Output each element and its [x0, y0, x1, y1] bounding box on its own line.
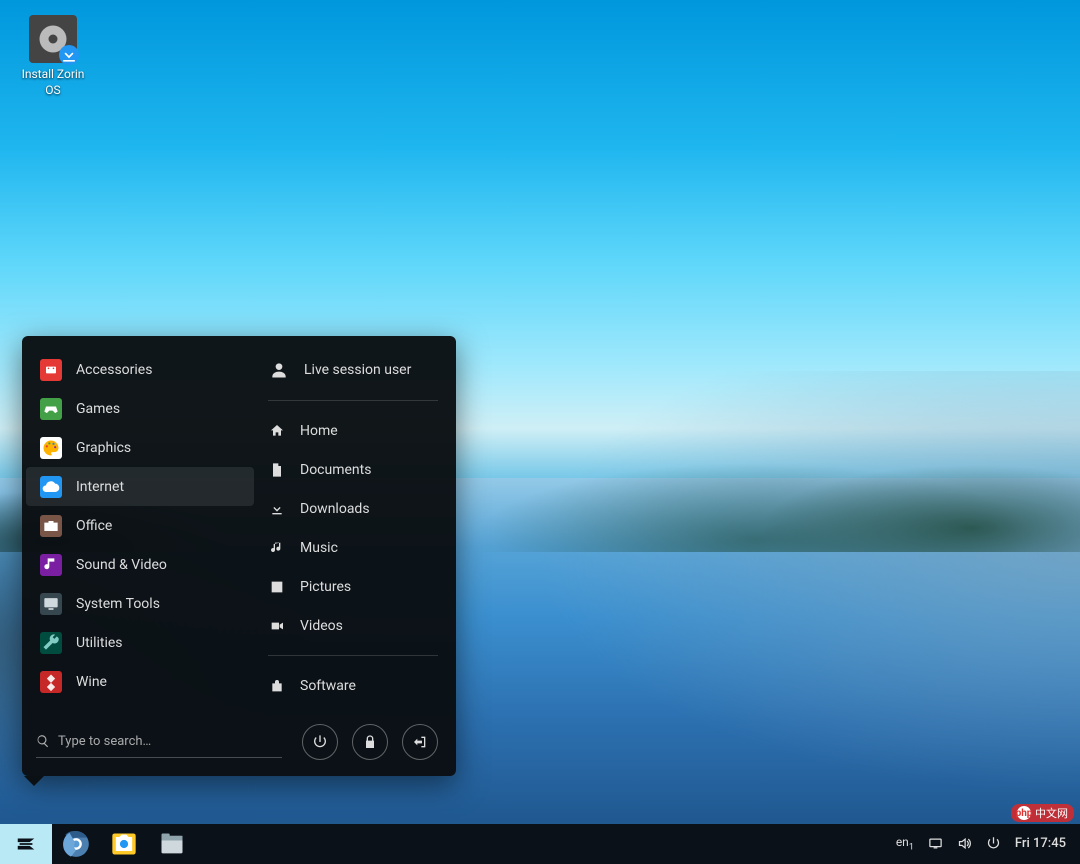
category-office[interactable]: Office: [26, 506, 254, 545]
separator: [268, 400, 438, 401]
power-icon: [312, 734, 328, 750]
chromium-icon: [62, 830, 90, 858]
image-icon: [268, 576, 286, 598]
bag-icon: [268, 675, 286, 697]
music-note-icon: [40, 554, 62, 576]
category-label: Accessories: [76, 362, 152, 378]
clock[interactable]: Fri 17:45: [1015, 836, 1066, 851]
place-documents[interactable]: Documents: [254, 450, 452, 489]
home-icon: [268, 420, 286, 442]
cloud-icon: [40, 476, 62, 498]
keyboard-layout-indicator[interactable]: en1: [896, 835, 914, 852]
search-input[interactable]: Type to search…: [36, 726, 282, 758]
launcher-files[interactable]: [158, 830, 186, 858]
category-label: Utilities: [76, 635, 123, 651]
files-icon: [158, 830, 186, 858]
user-icon: [268, 360, 290, 380]
category-sound-video[interactable]: Sound & Video: [26, 545, 254, 584]
place-label: Videos: [300, 618, 343, 634]
separator: [268, 655, 438, 656]
accessories-icon: [40, 359, 62, 381]
watermark-text: 中文网: [1035, 805, 1068, 821]
start-menu: Accessories Games Graphics Internet Offi…: [22, 336, 456, 776]
place-downloads[interactable]: Downloads: [254, 489, 452, 528]
system-label: Software: [300, 678, 356, 694]
logout-button[interactable]: [402, 724, 438, 760]
category-internet[interactable]: Internet: [26, 467, 254, 506]
start-menu-places: Live session user Home Documents Downloa…: [254, 350, 456, 714]
start-menu-categories: Accessories Games Graphics Internet Offi…: [22, 350, 254, 714]
search-icon: [36, 734, 50, 748]
power-menu[interactable]: [986, 836, 1001, 851]
camera-app-icon: [110, 830, 138, 858]
palette-icon: [40, 437, 62, 459]
place-music[interactable]: Music: [254, 528, 452, 567]
volume-indicator[interactable]: [957, 836, 972, 851]
category-label: Games: [76, 401, 120, 417]
power-icon: [986, 836, 1001, 851]
category-accessories[interactable]: Accessories: [26, 350, 254, 389]
category-graphics[interactable]: Graphics: [26, 428, 254, 467]
file-icon: [268, 459, 286, 481]
place-pictures[interactable]: Pictures: [254, 567, 452, 606]
search-placeholder: Type to search…: [58, 734, 151, 749]
category-wine[interactable]: Wine: [26, 662, 254, 701]
download-badge-icon: [59, 45, 79, 65]
installer-icon: [29, 15, 77, 63]
launcher-camera[interactable]: [110, 830, 138, 858]
display-icon: [928, 836, 943, 851]
wrench-icon: [40, 632, 62, 654]
category-games[interactable]: Games: [26, 389, 254, 428]
place-label: Documents: [300, 462, 371, 478]
start-menu-footer: Type to search…: [22, 714, 456, 768]
category-label: Office: [76, 518, 112, 534]
lock-button[interactable]: [352, 724, 388, 760]
logout-icon: [412, 734, 428, 750]
place-videos[interactable]: Videos: [254, 606, 452, 645]
category-label: Wine: [76, 674, 107, 690]
category-label: Sound & Video: [76, 557, 167, 573]
gamepad-icon: [40, 398, 62, 420]
category-label: System Tools: [76, 596, 160, 612]
system-settings[interactable]: Settings: [254, 705, 452, 714]
start-button[interactable]: [0, 824, 52, 864]
camcorder-icon: [268, 615, 286, 637]
watermark-prefix: php: [1017, 806, 1031, 820]
place-home[interactable]: Home: [254, 411, 452, 450]
place-label: Downloads: [300, 501, 370, 517]
download-icon: [268, 498, 286, 520]
user-name: Live session user: [304, 362, 411, 378]
category-utilities[interactable]: Utilities: [26, 623, 254, 662]
desktop-icon-install-zorin[interactable]: Install Zorin OS: [18, 15, 88, 98]
desktop-wallpaper[interactable]: Install Zorin OS Accessories Games Graph…: [0, 0, 1080, 824]
taskbar: en1 Fri 17:45: [0, 824, 1080, 864]
monitor-icon: [40, 593, 62, 615]
launcher-chromium[interactable]: [62, 830, 90, 858]
zorin-logo-icon: [15, 833, 37, 855]
network-indicator[interactable]: [928, 836, 943, 851]
system-software[interactable]: Software: [254, 666, 452, 705]
category-label: Internet: [76, 479, 124, 495]
watermark: php 中文网: [1011, 804, 1074, 822]
category-label: Graphics: [76, 440, 131, 456]
briefcase-icon: [40, 515, 62, 537]
power-button[interactable]: [302, 724, 338, 760]
wine-icon: [40, 671, 62, 693]
place-label: Home: [300, 423, 338, 439]
user-indicator[interactable]: Live session user: [254, 350, 452, 390]
place-label: Music: [300, 540, 338, 556]
lock-icon: [362, 734, 378, 750]
note-icon: [268, 537, 286, 559]
place-label: Pictures: [300, 579, 351, 595]
volume-icon: [957, 836, 972, 851]
category-system-tools[interactable]: System Tools: [26, 584, 254, 623]
